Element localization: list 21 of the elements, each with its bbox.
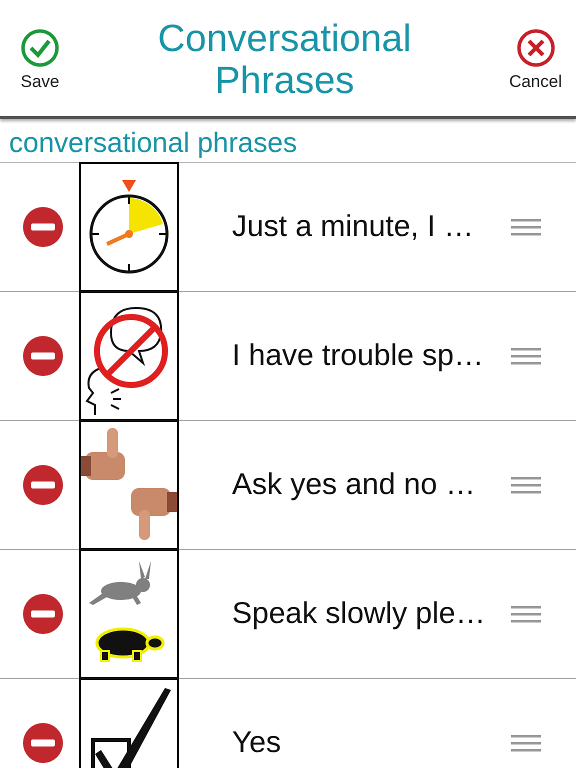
save-button[interactable]: Save bbox=[20, 28, 60, 92]
drag-handle-icon[interactable] bbox=[511, 733, 541, 753]
close-icon bbox=[516, 28, 556, 68]
drag-handle-icon[interactable] bbox=[511, 475, 541, 495]
phrase-text: I have trouble sp… bbox=[232, 339, 485, 373]
drag-handle-icon[interactable] bbox=[511, 604, 541, 624]
cancel-button[interactable]: Cancel bbox=[509, 28, 562, 92]
delete-icon[interactable] bbox=[23, 594, 63, 634]
delete-icon[interactable] bbox=[23, 723, 63, 763]
phrase-text: Ask yes and no … bbox=[232, 468, 476, 502]
delete-icon[interactable] bbox=[23, 207, 63, 247]
section-header: conversational phrases bbox=[0, 123, 576, 163]
phrase-text: Just a minute, I … bbox=[232, 210, 475, 244]
phrase-text: Speak slowly ple… bbox=[232, 597, 486, 631]
delete-icon[interactable] bbox=[23, 465, 63, 505]
drag-handle-icon[interactable] bbox=[511, 217, 541, 237]
checkmark-icon bbox=[20, 28, 60, 68]
screen-title: Conversational Phrases bbox=[156, 18, 412, 102]
drag-handle-icon[interactable] bbox=[511, 346, 541, 366]
phrase-text: Yes bbox=[232, 726, 282, 760]
delete-icon[interactable] bbox=[23, 336, 63, 376]
